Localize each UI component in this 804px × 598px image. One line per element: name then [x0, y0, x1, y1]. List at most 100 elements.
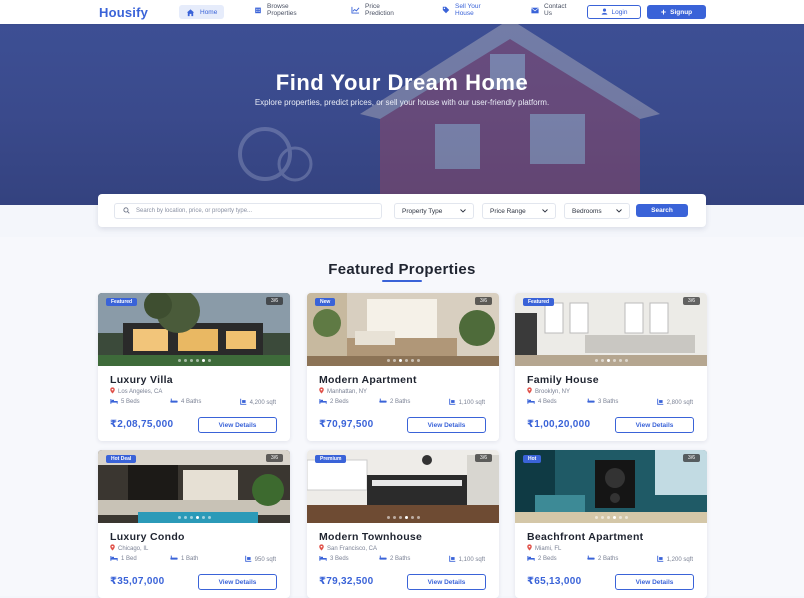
bath-icon: [587, 555, 595, 563]
carousel-dot[interactable]: [183, 516, 187, 519]
bath-icon: [379, 555, 387, 563]
area-icon: [239, 398, 247, 407]
carousel-dot[interactable]: [189, 516, 193, 519]
area-text: 950 sqft: [254, 556, 276, 563]
property-image[interactable]: Hot Deal 3/6: [98, 450, 290, 523]
logo[interactable]: Housify: [99, 5, 148, 20]
carousel-dot[interactable]: [404, 516, 408, 519]
property-badge: Featured: [523, 298, 555, 306]
carousel-dot[interactable]: [594, 516, 598, 519]
area-info: 1,100 sqft: [448, 555, 485, 564]
nav-price-prediction[interactable]: Price Prediction: [351, 3, 394, 17]
carousel-dot[interactable]: [404, 359, 408, 362]
login-button[interactable]: Login: [587, 5, 641, 19]
baths-text: 2 Baths: [390, 399, 411, 405]
section-title: Featured Properties: [328, 261, 476, 278]
property-title[interactable]: Luxury Villa: [110, 374, 173, 386]
image-counter: 3/6: [683, 454, 700, 462]
view-details-button[interactable]: View Details: [615, 574, 694, 590]
carousel-dot[interactable]: [594, 359, 598, 362]
property-image[interactable]: Hot 3/6: [515, 450, 707, 523]
property-card[interactable]: Hot 3/6 Beachfront Apartment Miami, FL 2 Bed…: [515, 450, 707, 598]
view-details-button[interactable]: View Details: [198, 417, 277, 433]
location-pin-icon: [110, 544, 115, 553]
carousel-dot[interactable]: [201, 516, 205, 519]
property-card[interactable]: New 3/6 Modern Apartment Manhattan, NY 2 Bed…: [307, 293, 499, 441]
property-image[interactable]: Premium 3/6: [307, 450, 499, 523]
carousel-dot[interactable]: [600, 516, 604, 519]
carousel-dot[interactable]: [410, 359, 414, 362]
search-button[interactable]: Search: [636, 204, 688, 217]
carousel-dot[interactable]: [177, 516, 181, 519]
property-image[interactable]: New 3/6: [307, 293, 499, 366]
carousel-dot[interactable]: [416, 516, 420, 519]
carousel-dot[interactable]: [606, 359, 610, 362]
carousel-dot[interactable]: [386, 359, 390, 362]
bath-icon: [170, 398, 178, 406]
carousel-dot[interactable]: [624, 516, 628, 519]
carousel-dot[interactable]: [398, 516, 402, 519]
signup-button[interactable]: + Signup: [647, 5, 706, 19]
property-card[interactable]: Featured 3/6 Family House Brooklyn, NY 4 Bed…: [515, 293, 707, 441]
carousel-dot[interactable]: [207, 516, 211, 519]
carousel-dot[interactable]: [386, 516, 390, 519]
property-title[interactable]: Family House: [527, 374, 599, 386]
nav-sell-house[interactable]: Sell Your House: [441, 3, 481, 17]
property-badge: New: [315, 298, 336, 306]
carousel-dot[interactable]: [410, 516, 414, 519]
carousel-dot[interactable]: [618, 359, 622, 362]
search-icon: [123, 206, 130, 216]
carousel-dot[interactable]: [612, 516, 616, 519]
bed-icon: [527, 398, 535, 406]
carousel-dot[interactable]: [600, 359, 604, 362]
property-title[interactable]: Luxury Condo: [110, 531, 185, 543]
carousel-dot[interactable]: [624, 359, 628, 362]
nav-browse-properties[interactable]: Browse Properties: [253, 3, 297, 17]
carousel-dot[interactable]: [183, 359, 187, 362]
carousel-dot[interactable]: [392, 516, 396, 519]
area-text: 2,800 sqft: [666, 399, 693, 406]
property-card[interactable]: Featured 3/6 Luxury Villa Los Angeles, CA 5 …: [98, 293, 290, 441]
location-pin-icon: [319, 387, 324, 396]
property-badge: Hot: [523, 455, 542, 463]
carousel-dot[interactable]: [416, 359, 420, 362]
carousel-dots: [307, 359, 499, 362]
price-range-select[interactable]: Price Range: [482, 203, 556, 219]
carousel-dot[interactable]: [612, 359, 616, 362]
image-counter: 3/6: [475, 454, 492, 462]
property-title[interactable]: Modern Townhouse: [319, 531, 422, 543]
property-title[interactable]: Modern Apartment: [319, 374, 417, 386]
property-type-select[interactable]: Property Type: [394, 203, 474, 219]
bath-icon: [587, 398, 595, 406]
carousel-dot[interactable]: [207, 359, 211, 362]
carousel-dot[interactable]: [201, 359, 205, 362]
beds-info: 4 Beds: [527, 398, 557, 406]
carousel-dot[interactable]: [606, 516, 610, 519]
property-card[interactable]: Hot Deal 3/6 Luxury Condo Chicago, IL 1 Bed 1…: [98, 450, 290, 598]
view-details-button[interactable]: View Details: [615, 417, 694, 433]
area-text: 1,100 sqft: [458, 556, 485, 563]
view-details-button[interactable]: View Details: [198, 574, 277, 590]
beds-text: 2 Beds: [330, 399, 349, 405]
nav-contact[interactable]: Contact Us: [530, 3, 566, 17]
carousel-dot[interactable]: [398, 359, 402, 362]
property-card[interactable]: Premium 3/6 Modern Townhouse San Francisco,…: [307, 450, 499, 598]
carousel-dot[interactable]: [189, 359, 193, 362]
carousel-dot[interactable]: [195, 516, 199, 519]
carousel-dot[interactable]: [177, 359, 181, 362]
search-input[interactable]: Search by location, price, or property t…: [114, 203, 382, 219]
plus-icon: +: [660, 7, 667, 17]
nav-home[interactable]: Home: [179, 5, 225, 19]
carousel-dot[interactable]: [392, 359, 396, 362]
location-pin-icon: [527, 544, 532, 553]
view-details-button[interactable]: View Details: [407, 574, 486, 590]
area-info: 950 sqft: [244, 555, 276, 564]
view-details-button[interactable]: View Details: [407, 417, 486, 433]
carousel-dot[interactable]: [618, 516, 622, 519]
property-title[interactable]: Beachfront Apartment: [527, 531, 643, 543]
login-label: Login: [611, 8, 628, 16]
bedrooms-select[interactable]: Bedrooms: [564, 203, 630, 219]
property-image[interactable]: Featured 3/6: [98, 293, 290, 366]
property-image[interactable]: Featured 3/6: [515, 293, 707, 366]
carousel-dot[interactable]: [195, 359, 199, 362]
